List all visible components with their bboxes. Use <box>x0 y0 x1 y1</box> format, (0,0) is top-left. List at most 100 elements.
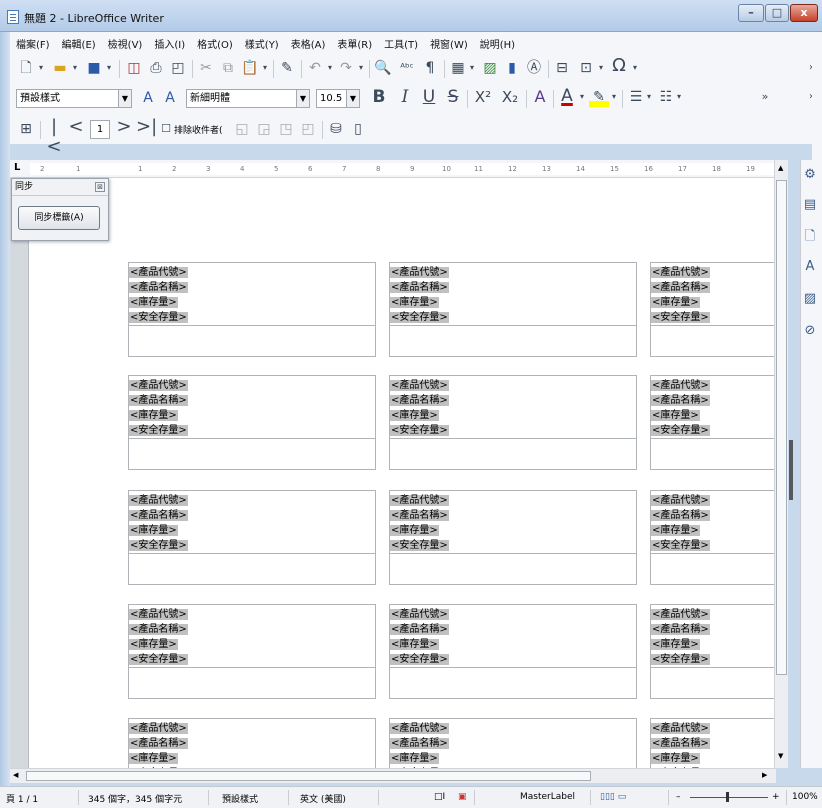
document-workspace[interactable]: <產品代號> <產品名稱> <庫存量> <安全存量> <產品代號> <產品名稱> <庫存量>… <box>10 178 774 768</box>
chart-icon[interactable]: ▮ <box>502 58 522 78</box>
field-icon[interactable]: ⊡ <box>576 58 596 78</box>
menu-table[interactable]: 表格(A) <box>285 32 332 51</box>
numbered-list-icon[interactable]: ☷ <box>656 87 676 107</box>
zoom-out-icon[interactable]: – <box>676 792 681 802</box>
print-merged-icon[interactable]: ◳ <box>276 119 296 139</box>
bullet-list-icon[interactable]: ☰ <box>626 87 646 107</box>
previous-record-icon[interactable]: < <box>66 117 86 137</box>
print-icon[interactable]: ⎙ <box>146 58 166 78</box>
merge-field[interactable]: <安全存量> <box>129 312 188 323</box>
chevron-down-icon[interactable]: ▼ <box>118 90 131 107</box>
strikethrough-icon[interactable]: S <box>442 87 464 107</box>
scroll-up-icon[interactable]: ▲ <box>778 164 783 172</box>
print-preview-icon[interactable]: ◰ <box>168 58 188 78</box>
pilcrow-icon[interactable]: ¶ <box>420 58 440 78</box>
chevron-down-icon[interactable]: ▾ <box>596 58 606 78</box>
label-cell[interactable]: <產品代號><產品名稱><庫存量><安全存量> <box>389 604 637 699</box>
merge-field[interactable]: <產品名稱> <box>129 624 188 635</box>
chevron-down-icon[interactable]: ▾ <box>467 58 477 78</box>
merge-field[interactable]: <產品名稱> <box>651 510 710 521</box>
merge-field[interactable]: <產品名稱> <box>390 510 449 521</box>
label-cell[interactable]: <產品代號><產品名稱><庫存量><安全存量> <box>650 604 774 699</box>
merge-field[interactable]: <產品名稱> <box>129 282 188 293</box>
merge-field[interactable]: <庫存量> <box>390 297 439 308</box>
word-count[interactable]: 345 個字，345 個字元 <box>88 792 182 805</box>
paste-icon[interactable]: 📋 <box>240 58 260 78</box>
undo-icon[interactable]: ↶ <box>305 58 325 78</box>
address-block-icon[interactable]: ▯ <box>348 119 368 139</box>
maximize-button[interactable]: □ <box>765 4 789 22</box>
label-cell[interactable]: <產品代號><產品名稱><庫存量><安全存量> <box>389 490 637 585</box>
label-cell[interactable]: <產品代號><產品名稱><庫存量><安全存量> <box>650 375 774 470</box>
merge-field[interactable]: <產品名稱> <box>129 738 188 749</box>
textbox-icon[interactable]: Ⓐ <box>524 58 544 78</box>
merge-field[interactable]: <產品代號> <box>651 380 710 391</box>
sync-labels-panel[interactable]: 同步 ⊠ 同步標籤(A) <box>11 178 109 241</box>
merge-field[interactable]: <庫存量> <box>129 410 178 421</box>
next-record-icon[interactable]: > <box>114 117 134 137</box>
merge-field[interactable]: <產品名稱> <box>651 282 710 293</box>
merge-field[interactable]: <產品名稱> <box>651 738 710 749</box>
label-cell[interactable]: <產品代號><產品名稱><庫存量><安全存量> <box>650 262 774 357</box>
merge-field[interactable]: <安全存量> <box>651 425 710 436</box>
chevron-down-icon[interactable]: ▾ <box>609 87 619 107</box>
menu-edit[interactable]: 編輯(E) <box>56 32 102 51</box>
merge-field[interactable]: <安全存量> <box>390 312 449 323</box>
merge-field[interactable]: <產品名稱> <box>390 738 449 749</box>
merge-field[interactable]: <產品名稱> <box>129 395 188 406</box>
page-break-icon[interactable]: ⊟ <box>552 58 572 78</box>
toolbar-overflow-icon[interactable]: » <box>758 87 772 107</box>
bold-icon[interactable]: B <box>368 87 390 107</box>
find-replace-icon[interactable]: 🔍 <box>373 58 393 78</box>
chevron-down-icon[interactable]: ▾ <box>36 58 46 78</box>
merge-field[interactable]: <庫存量> <box>129 639 178 650</box>
font-size-dropdown[interactable]: 10.5 ▼ <box>316 89 360 108</box>
merge-field[interactable]: <產品代號> <box>390 723 449 734</box>
copy-icon[interactable]: ⧉ <box>218 58 238 78</box>
omega-icon[interactable]: Ω <box>608 56 630 76</box>
language[interactable]: 英文 (美國) <box>300 792 346 805</box>
merge-field[interactable]: <庫存量> <box>651 297 700 308</box>
open-folder-icon[interactable]: ▬ <box>50 58 70 78</box>
spellcheck-icon[interactable]: ᴬᵇᶜ <box>396 58 418 78</box>
tab-stop-selector-icon[interactable]: L <box>14 162 20 173</box>
chevron-down-icon[interactable]: ▾ <box>630 58 640 78</box>
page-icon[interactable]: 🗋 <box>801 228 819 246</box>
merge-field[interactable]: <安全存量> <box>129 540 188 551</box>
label-cell[interactable]: <產品代號><產品名稱><庫存量><安全存量> <box>650 490 774 585</box>
merge-field[interactable]: <庫存量> <box>129 753 178 764</box>
merge-field[interactable]: <產品代號> <box>390 380 449 391</box>
merge-field[interactable]: <產品名稱> <box>390 395 449 406</box>
merge-field[interactable]: <產品名稱> <box>129 510 188 521</box>
update-style-icon[interactable]: A <box>138 88 158 108</box>
menu-styles[interactable]: 樣式(Y) <box>239 32 285 51</box>
merge-field[interactable]: <產品代號> <box>129 495 188 506</box>
clear-formatting-icon[interactable]: A <box>530 87 550 107</box>
image-icon[interactable]: ▨ <box>480 58 500 78</box>
first-record-icon[interactable]: |< <box>44 117 64 157</box>
merge-field[interactable]: <安全存量> <box>129 425 188 436</box>
label-cell[interactable]: <產品代號><產品名稱><庫存量><安全存量> <box>128 375 376 470</box>
horizontal-scroll-thumb[interactable] <box>26 771 591 781</box>
document-page[interactable]: <產品代號> <產品名稱> <庫存量> <安全存量> <產品代號> <產品名稱> <庫存量>… <box>28 178 774 768</box>
menu-help[interactable]: 說明(H) <box>474 32 521 51</box>
merge-field[interactable]: <產品代號> <box>390 609 449 620</box>
paragraph-style-dropdown[interactable]: 預設樣式 ▼ <box>16 89 132 108</box>
merge-field[interactable]: <產品名稱> <box>651 624 710 635</box>
merge-field[interactable]: <產品代號> <box>651 723 710 734</box>
merge-field[interactable]: <產品代號> <box>390 495 449 506</box>
window-titlebar[interactable]: 無題 2 - LibreOffice Writer – □ x <box>0 0 822 32</box>
minimize-button[interactable]: – <box>738 4 764 22</box>
data-source-icon[interactable]: ⛁ <box>326 119 346 139</box>
chevron-down-icon[interactable]: ▾ <box>674 87 684 107</box>
last-record-icon[interactable]: >| <box>136 117 157 137</box>
chevron-down-icon[interactable]: ▾ <box>644 87 654 107</box>
italic-icon[interactable]: I <box>394 87 416 107</box>
label-cell[interactable]: <產品代號><產品名稱><庫存量><安全存量> <box>389 718 637 768</box>
subscript-icon[interactable]: X₂ <box>498 87 522 107</box>
superscript-icon[interactable]: X² <box>471 87 495 107</box>
scroll-down-icon[interactable]: ▼ <box>778 752 783 760</box>
merge-field[interactable]: <產品代號> <box>129 609 188 620</box>
merge-field[interactable]: <庫存量> <box>129 525 178 536</box>
signature-field[interactable]: MasterLabel <box>520 792 575 802</box>
